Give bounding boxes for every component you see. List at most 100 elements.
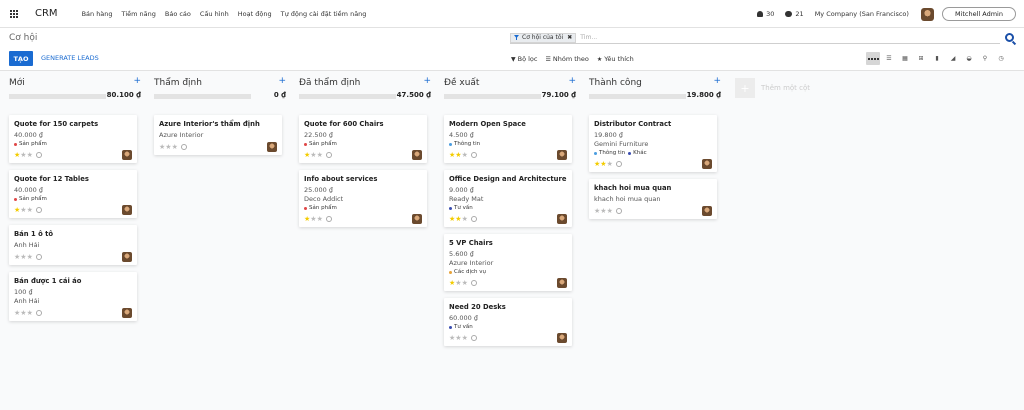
- kanban-card[interactable]: Quote for 150 carpets 40.000 ₫ Sản phẩm ★★★: [9, 115, 137, 163]
- clock-icon[interactable]: [615, 208, 622, 214]
- kanban-card[interactable]: Office Design and Architecture 9.000 ₫ Rea…: [444, 170, 572, 227]
- search-icon[interactable]: [1005, 33, 1014, 42]
- column-title[interactable]: Thành công: [589, 78, 642, 88]
- menu-item-leads[interactable]: Tiềm năng: [122, 10, 156, 18]
- activity-view-icon[interactable]: ◷: [994, 52, 1008, 65]
- clock-icon[interactable]: [325, 152, 332, 158]
- messages-button[interactable]: 21: [785, 10, 804, 18]
- column-title[interactable]: Đề xuất: [444, 78, 479, 88]
- user-menu-button[interactable]: Mitchell Admin: [941, 7, 1016, 21]
- calendar-view-icon[interactable]: ▦: [898, 52, 912, 65]
- company-switcher[interactable]: My Company (San Francisco): [815, 10, 909, 18]
- kanban-card[interactable]: Info about services 25.000 ₫ Deco Addict Sả…: [299, 170, 427, 227]
- kanban-card[interactable]: khach hoi mua quan khach hoi mua quan ★★★: [589, 179, 717, 219]
- priority-star-icon[interactable]: ★: [607, 160, 613, 168]
- clock-icon[interactable]: [470, 335, 477, 341]
- quick-create-icon[interactable]: +: [423, 76, 431, 86]
- card-avatar[interactable]: [557, 278, 567, 288]
- kanban-card[interactable]: Quote for 600 Chairs 22.500 ₫ Sản phẩm ★★★: [299, 115, 427, 163]
- card-avatar[interactable]: [557, 333, 567, 343]
- kanban-card[interactable]: Azure Interior's thẩm định Azure Interior…: [154, 115, 282, 155]
- menu-item-sales[interactable]: Bán hàng: [82, 10, 113, 18]
- quick-create-icon[interactable]: +: [133, 76, 141, 86]
- kanban-view-icon[interactable]: [866, 52, 880, 65]
- priority-star-icon[interactable]: ★: [27, 151, 33, 159]
- apps-menu-icon[interactable]: [10, 9, 18, 18]
- kanban-card[interactable]: Quote for 12 Tables 40.000 ₫ Sản phẩm ★★★: [9, 170, 137, 218]
- priority-star-icon[interactable]: ★: [27, 309, 33, 317]
- column-progress-bar[interactable]: [444, 94, 541, 99]
- priority-star-icon[interactable]: ★: [462, 215, 468, 223]
- card-avatar[interactable]: [122, 252, 132, 262]
- kanban-card[interactable]: Bán được 1 cái áo 100 ₫ Anh Hải ★★★: [9, 272, 137, 321]
- search-facet[interactable]: Cơ hội của tôi ✖: [510, 32, 577, 43]
- quick-create-icon[interactable]: +: [278, 76, 286, 86]
- create-button[interactable]: TẠO: [9, 51, 33, 66]
- card-avatar[interactable]: [702, 159, 712, 169]
- column-title[interactable]: Thẩm định: [154, 78, 202, 88]
- card-avatar[interactable]: [267, 142, 277, 152]
- clock-icon[interactable]: [35, 207, 42, 213]
- add-column-button[interactable]: + Thêm một cột: [735, 78, 810, 98]
- priority-star-icon[interactable]: ★: [462, 279, 468, 287]
- priority-star-icon[interactable]: ★: [462, 334, 468, 342]
- card-avatar[interactable]: [557, 214, 567, 224]
- clock-icon[interactable]: [470, 152, 477, 158]
- column-progress-bar[interactable]: [154, 94, 251, 99]
- kanban-card[interactable]: Bán 1 ô tô Anh Hải ★★★: [9, 225, 137, 265]
- priority-star-icon[interactable]: ★: [607, 207, 613, 215]
- priority-star-icon[interactable]: ★: [462, 151, 468, 159]
- card-avatar[interactable]: [122, 150, 132, 160]
- menu-item-activities[interactable]: Hoạt động: [238, 10, 272, 18]
- user-avatar[interactable]: [920, 7, 934, 21]
- kanban-card[interactable]: Distributor Contract 19.800 ₫ Gemini Furni…: [589, 115, 717, 172]
- clock-icon[interactable]: [470, 216, 477, 222]
- graph-view-icon[interactable]: ▮: [930, 52, 944, 65]
- filter-button[interactable]: ▼ Bộ lọc: [511, 55, 537, 63]
- menu-item-config[interactable]: Cấu hình: [200, 10, 229, 18]
- dashboard-view-icon[interactable]: ◒: [962, 52, 976, 65]
- column-progress-bar[interactable]: [589, 94, 686, 99]
- clock-icon[interactable]: [325, 216, 332, 222]
- card-avatar[interactable]: [412, 214, 422, 224]
- menu-item-reports[interactable]: Báo cáo: [165, 10, 191, 18]
- column-progress-bar[interactable]: [299, 94, 396, 99]
- clock-icon[interactable]: [180, 144, 187, 150]
- activity-button[interactable]: 30: [757, 10, 774, 18]
- card-avatar[interactable]: [557, 150, 567, 160]
- priority-star-icon[interactable]: ★: [27, 206, 33, 214]
- clock-icon[interactable]: [615, 161, 622, 167]
- priority-star-icon[interactable]: ★: [27, 253, 33, 261]
- kanban-card[interactable]: Modern Open Space 4.500 ₫ Thông tin ★★★: [444, 115, 572, 163]
- card-avatar[interactable]: [122, 308, 132, 318]
- card-avatar[interactable]: [122, 205, 132, 215]
- priority-star-icon[interactable]: ★: [172, 143, 178, 151]
- priority-star-icon[interactable]: ★: [317, 151, 323, 159]
- pivot-view-icon[interactable]: ⊞: [914, 52, 928, 65]
- column-title[interactable]: Mới: [9, 78, 25, 88]
- favorites-button[interactable]: ★ Yêu thích: [597, 55, 634, 63]
- map-view-icon[interactable]: ⚲: [978, 52, 992, 65]
- clock-icon[interactable]: [35, 254, 42, 260]
- group-by-button[interactable]: ☰ Nhóm theo: [545, 55, 588, 63]
- search-input[interactable]: Tìm...: [580, 34, 597, 41]
- card-avatar[interactable]: [412, 150, 422, 160]
- search-bar[interactable]: Cơ hội của tôi ✖ Tìm...: [510, 32, 1000, 44]
- app-brand[interactable]: CRM: [35, 8, 58, 19]
- clock-icon[interactable]: [470, 280, 477, 286]
- generate-leads-button[interactable]: GENERATE LEADS: [41, 54, 99, 62]
- cohort-view-icon[interactable]: ◢: [946, 52, 960, 65]
- close-icon[interactable]: ✖: [567, 34, 572, 41]
- column-progress-bar[interactable]: [9, 94, 106, 99]
- quick-create-icon[interactable]: +: [713, 76, 721, 86]
- clock-icon[interactable]: [35, 152, 42, 158]
- kanban-card[interactable]: 5 VP Chairs 5.600 ₫ Azure Interior Các dịch…: [444, 234, 572, 291]
- quick-create-icon[interactable]: +: [568, 76, 576, 86]
- clock-icon[interactable]: [35, 310, 42, 316]
- menu-item-automation[interactable]: Tự động cài đặt tiềm năng: [281, 10, 367, 18]
- list-view-icon[interactable]: ☰: [882, 52, 896, 65]
- priority-star-icon[interactable]: ★: [317, 215, 323, 223]
- kanban-card[interactable]: Need 20 Desks 60.000 ₫ Tư vấn ★★★: [444, 298, 572, 346]
- column-title[interactable]: Đã thẩm định: [299, 78, 360, 88]
- card-avatar[interactable]: [702, 206, 712, 216]
